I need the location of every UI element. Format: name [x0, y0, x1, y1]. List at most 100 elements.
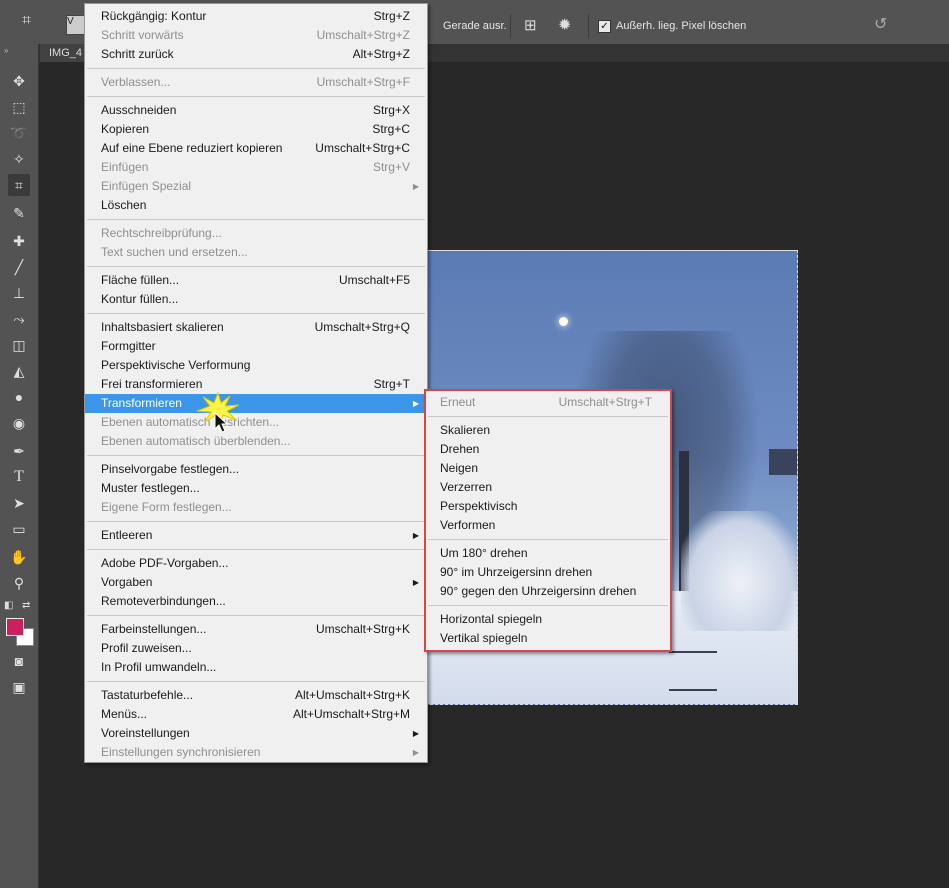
menu-item[interactable]: Remoteverbindungen...	[85, 592, 427, 611]
paint-bucket-tool-icon[interactable]: ◭	[8, 360, 30, 382]
hand-tool-icon[interactable]: ✋	[8, 546, 30, 568]
brush-tool-icon[interactable]: ╱	[8, 256, 30, 278]
pen-tool-icon[interactable]: ✒	[8, 440, 30, 462]
menu-item[interactable]: Drehen	[426, 440, 670, 459]
menu-separator	[428, 416, 668, 417]
menu-item[interactable]: Tastaturbefehle... Alt+Umschalt+Strg+K	[85, 686, 427, 705]
foreground-color-swatch[interactable]	[6, 618, 24, 636]
menu-item-label: 90° gegen den Uhrzeigersinn drehen	[440, 584, 637, 598]
menu-item-label: Einfügen Spezial	[101, 179, 192, 193]
menu-item-label: Voreinstellungen	[101, 726, 190, 740]
default-colors-icon[interactable]: ◧	[4, 600, 13, 611]
menu-item[interactable]: Skalieren	[426, 421, 670, 440]
menu-item[interactable]: 90° gegen den Uhrzeigersinn drehen	[426, 582, 670, 601]
menu-item[interactable]: Fläche füllen... Umschalt+F5	[85, 271, 427, 290]
menu-item-label: Fläche füllen...	[101, 273, 180, 287]
crop-tool-icon[interactable]: ⌗	[22, 12, 42, 32]
menu-item[interactable]: Kontur füllen...	[85, 290, 427, 309]
menu-item[interactable]: Frei transformieren Strg+T	[85, 375, 427, 394]
menu-item-label: Löschen	[101, 198, 147, 212]
menu-item[interactable]: Farbeinstellungen... Umschalt+Strg+K	[85, 620, 427, 639]
eraser-tool-icon[interactable]: ◫	[8, 334, 30, 356]
menu-item[interactable]: Rückgängig: Kontur Strg+Z	[85, 7, 427, 26]
menu-item[interactable]: Profil zuweisen...	[85, 639, 427, 658]
menu-item-label: Entleeren	[101, 528, 153, 542]
eyedropper-tool-icon[interactable]: ✎	[8, 202, 30, 224]
menu-separator	[428, 539, 668, 540]
menu-item[interactable]: Perspektivische Verformung	[85, 356, 427, 375]
delete-pixels-checkbox[interactable]: ✓	[598, 20, 611, 33]
house	[769, 449, 797, 475]
submenu-arrow-icon: ▶	[412, 748, 419, 757]
menu-item[interactable]: Voreinstellungen ▶	[85, 724, 427, 743]
menu-item-label: Perspektivisch	[440, 499, 518, 513]
menu-item[interactable]: Adobe PDF-Vorgaben...	[85, 554, 427, 573]
menu-item[interactable]: Auf eine Ebene reduziert kopieren Umschal…	[85, 139, 427, 158]
straighten-button[interactable]: Gerade ausr.	[443, 20, 507, 32]
lasso-tool-icon[interactable]: ➰	[8, 122, 30, 144]
menu-item: Einfügen Strg+V	[85, 158, 427, 177]
menu-item-label: Frei transformieren	[101, 377, 203, 391]
panel-grip-icon[interactable]: »	[4, 46, 8, 55]
menu-item: Einstellungen synchronisieren ▶	[85, 743, 427, 762]
menu-item[interactable]: Pinselvorgabe festlegen...	[85, 460, 427, 479]
separator	[588, 14, 589, 38]
crop-tool-icon[interactable]: ⌗	[8, 174, 30, 196]
menu-item-label: Formgitter	[101, 339, 156, 353]
menu-item-label: Verformen	[440, 518, 496, 532]
menu-item[interactable]: Kopieren Strg+C	[85, 120, 427, 139]
gear-icon[interactable]: ✹	[558, 17, 576, 35]
menu-item[interactable]: Vertikal spiegeln	[426, 629, 670, 648]
tools-panel: » ✥ ⬚ ➰ ✧ ⌗ ✎ ✚ ╱ ⊥ ⤳ ◫ ◭ ● ◉ ✒ T ➤ ▭ ✋ …	[0, 44, 39, 888]
menu-item[interactable]: Ausschneiden Strg+X	[85, 101, 427, 120]
clone-stamp-tool-icon[interactable]: ⊥	[8, 282, 30, 304]
menu-item-shortcut: Alt+Strg+Z	[352, 47, 410, 61]
menu-item-label: Neigen	[440, 461, 479, 475]
menu-item[interactable]: Schritt zurück Alt+Strg+Z	[85, 45, 427, 64]
type-tool-icon[interactable]: T	[8, 466, 30, 488]
dodge-tool-icon[interactable]: ◉	[8, 412, 30, 434]
blur-tool-icon[interactable]: ●	[8, 386, 30, 408]
menu-item-label: Verblassen...	[101, 75, 171, 89]
quick-selection-tool-icon[interactable]: ✧	[8, 148, 30, 170]
healing-brush-tool-icon[interactable]: ✚	[8, 230, 30, 252]
menu-item[interactable]: Formgitter	[85, 337, 427, 356]
move-tool-icon[interactable]: ✥	[8, 70, 30, 92]
menu-item-shortcut: Umschalt+Strg+C	[315, 141, 410, 155]
reset-icon[interactable]: ↺	[874, 16, 892, 34]
menu-item[interactable]: Horizontal spiegeln	[426, 610, 670, 629]
preset-dropdown[interactable]: V	[66, 15, 86, 35]
menu-item[interactable]: Muster festlegen...	[85, 479, 427, 498]
rectangle-tool-icon[interactable]: ▭	[8, 518, 30, 540]
menu-item[interactable]: Löschen	[85, 196, 427, 215]
menu-item[interactable]: Inhaltsbasiert skalieren Umschalt+Strg+Q	[85, 318, 427, 337]
submenu-arrow-icon: ▶	[412, 399, 419, 408]
zoom-tool-icon[interactable]: ⚲	[8, 572, 30, 594]
grid-overlay-icon[interactable]: ⊞	[524, 18, 540, 34]
quick-mask-icon[interactable]: ◙	[8, 650, 30, 672]
menu-item[interactable]: Menüs... Alt+Umschalt+Strg+M	[85, 705, 427, 724]
menu-item[interactable]: Vorgaben ▶	[85, 573, 427, 592]
menu-item[interactable]: Verformen	[426, 516, 670, 535]
menu-item: Eigene Form festlegen...	[85, 498, 427, 517]
menu-item-label: Rechtschreibprüfung...	[101, 226, 222, 240]
menu-item-shortcut: Umschalt+Strg+Q	[314, 320, 410, 334]
path-selection-tool-icon[interactable]: ➤	[8, 492, 30, 514]
menu-item: Erneut Umschalt+Strg+T	[426, 393, 670, 412]
history-brush-tool-icon[interactable]: ⤳	[8, 308, 30, 330]
menu-item[interactable]: Entleeren ▶	[85, 526, 427, 545]
menu-item-label: Kopieren	[101, 122, 150, 136]
marquee-tool-icon[interactable]: ⬚	[8, 96, 30, 118]
menu-item[interactable]: Transformieren ▶	[85, 394, 427, 413]
menu-item[interactable]: Verzerren	[426, 478, 670, 497]
menu-item-label: Eigene Form festlegen...	[101, 500, 232, 514]
menu-item[interactable]: Perspektivisch	[426, 497, 670, 516]
screen-mode-icon[interactable]: ▣	[8, 676, 30, 698]
menu-item-label: Adobe PDF-Vorgaben...	[101, 556, 229, 570]
swap-colors-icon[interactable]: ⇄	[22, 600, 30, 611]
menu-item[interactable]: In Profil umwandeln...	[85, 658, 427, 677]
menu-item[interactable]: Neigen	[426, 459, 670, 478]
menu-item-label: Einfügen	[101, 160, 149, 174]
menu-item[interactable]: Um 180° drehen	[426, 544, 670, 563]
menu-item[interactable]: 90° im Uhrzeigersinn drehen	[426, 563, 670, 582]
